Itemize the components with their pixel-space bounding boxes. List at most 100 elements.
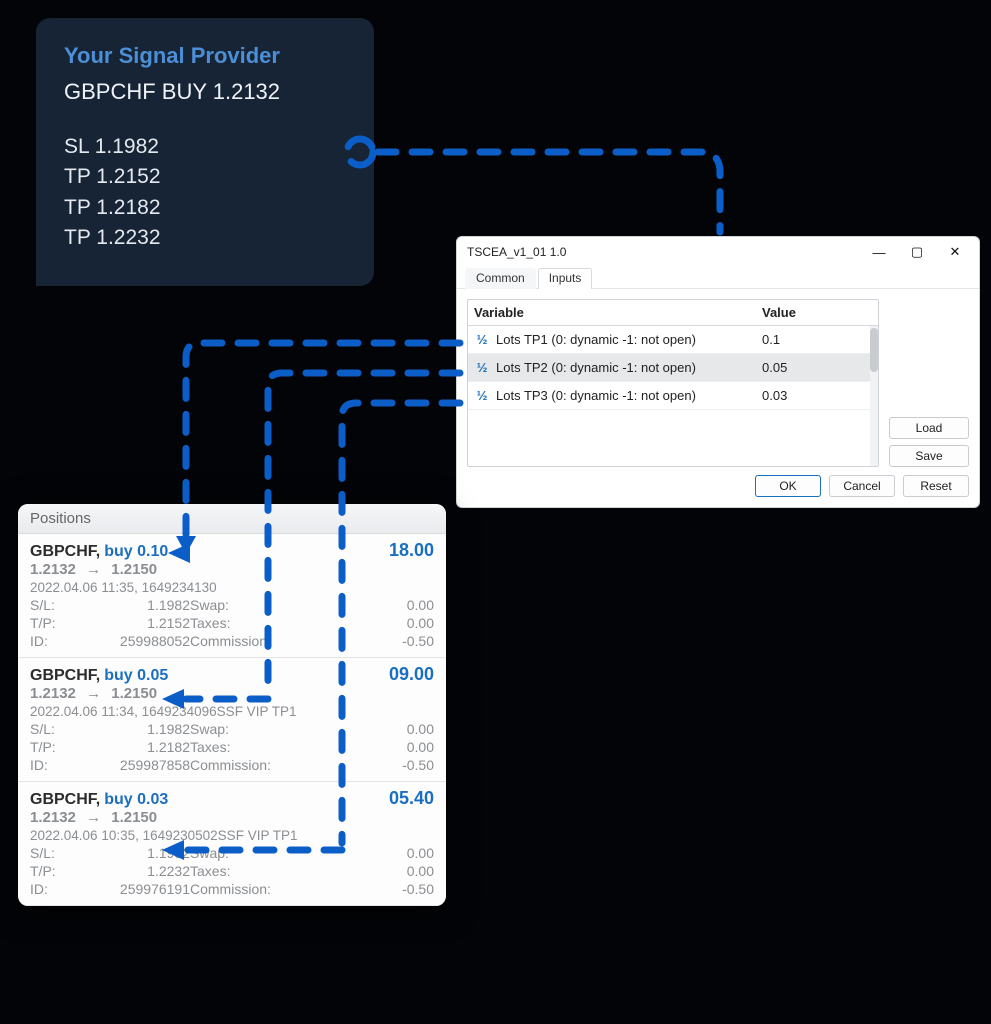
scrollbar-thumb[interactable]: [870, 328, 878, 372]
position-item[interactable]: GBPCHF, buy 0.10 18.00 1.2132 → 1.2150 2…: [18, 534, 446, 658]
fraction-icon: [474, 388, 490, 403]
side-buttons: Load Save: [889, 299, 969, 467]
positions-title: Positions: [18, 504, 446, 534]
label-swap: Swap:: [190, 845, 298, 861]
grid-header: Variable Value: [468, 300, 878, 326]
grid-row[interactable]: Lots TP1 (0: dynamic -1: not open) 0.1: [468, 326, 878, 354]
position-pl: 09.00: [389, 664, 434, 685]
grid-row[interactable]: Lots TP2 (0: dynamic -1: not open) 0.05: [468, 354, 878, 382]
value-swap: 0.00: [298, 597, 434, 613]
value-sl: 1.1982: [78, 597, 190, 613]
tab-common[interactable]: Common: [465, 268, 536, 289]
cell-value[interactable]: 0.1: [762, 332, 872, 347]
position-details: S/L:1.1982Swap:0.00 T/P:1.2232Taxes:0.00…: [30, 845, 434, 897]
value-id: 259987858: [78, 757, 190, 773]
signal-sl: SL 1.1982: [64, 132, 346, 162]
cell-value[interactable]: 0.03: [762, 388, 872, 403]
open-price: 1.2132: [30, 685, 76, 702]
label-taxes: Taxes:: [190, 863, 298, 879]
position-item[interactable]: GBPCHF, buy 0.05 09.00 1.2132 → 1.2150 2…: [18, 658, 446, 782]
dialog-footer: OK Cancel Reset: [457, 473, 979, 507]
grid-row[interactable]: Lots TP3 (0: dynamic -1: not open) 0.03: [468, 382, 878, 410]
ok-button[interactable]: OK: [755, 475, 821, 497]
cell-value[interactable]: 0.05: [762, 360, 872, 375]
cell-variable: Lots TP2 (0: dynamic -1: not open): [496, 360, 696, 375]
open-price: 1.2132: [30, 809, 76, 826]
label-commission: Commission:: [190, 881, 298, 897]
position-pl: 18.00: [389, 540, 434, 561]
position-side: buy 0.05: [104, 667, 168, 685]
position-meta: 2022.04.06 11:35, 1649234130: [30, 580, 434, 595]
signal-provider: Your Signal Provider: [64, 40, 346, 72]
inputs-grid: Variable Value Lots TP1 (0: dynamic -1: …: [467, 299, 879, 467]
dialog-tabs: Common Inputs: [457, 267, 979, 289]
close-button[interactable]: ✕: [937, 241, 973, 263]
label-taxes: Taxes:: [190, 615, 298, 631]
value-id: 259976191: [78, 881, 190, 897]
reset-button[interactable]: Reset: [903, 475, 969, 497]
label-id: ID:: [30, 881, 78, 897]
open-price: 1.2132: [30, 561, 76, 578]
save-button[interactable]: Save: [889, 445, 969, 467]
position-meta: 2022.04.06 11:34, 1649234096SSF VIP TP1: [30, 704, 434, 719]
position-details: S/L:1.1982Swap:0.00 T/P:1.2152Taxes:0.00…: [30, 597, 434, 649]
cancel-button[interactable]: Cancel: [829, 475, 895, 497]
label-swap: Swap:: [190, 721, 298, 737]
value-id: 259988052: [78, 633, 190, 649]
label-swap: Swap:: [190, 597, 298, 613]
label-id: ID:: [30, 633, 78, 649]
current-price: 1.2150: [111, 685, 157, 702]
position-side: buy 0.03: [104, 791, 168, 809]
position-symbol: GBPCHF,: [30, 667, 100, 685]
value-swap: 0.00: [298, 845, 434, 861]
positions-panel: Positions GBPCHF, buy 0.10 18.00 1.2132 …: [18, 504, 446, 906]
label-id: ID:: [30, 757, 78, 773]
load-button[interactable]: Load: [889, 417, 969, 439]
value-taxes: 0.00: [298, 739, 434, 755]
maximize-button[interactable]: ▢: [899, 241, 935, 263]
label-sl: S/L:: [30, 721, 78, 737]
position-meta: 2022.04.06 10:35, 1649230502SSF VIP TP1: [30, 828, 434, 843]
col-header-variable: Variable: [474, 305, 762, 320]
dialog-body: Variable Value Lots TP1 (0: dynamic -1: …: [457, 289, 979, 473]
fraction-icon: [474, 332, 490, 347]
tab-inputs[interactable]: Inputs: [538, 268, 593, 289]
label-sl: S/L:: [30, 597, 78, 613]
titlebar: TSCEA_v1_01 1.0 — ▢ ✕: [457, 237, 979, 267]
signal-card: Your Signal Provider GBPCHF BUY 1.2132 S…: [36, 18, 374, 286]
minimize-button[interactable]: —: [861, 241, 897, 263]
signal-headline: GBPCHF BUY 1.2132: [64, 76, 346, 108]
label-sl: S/L:: [30, 845, 78, 861]
arrow-right-icon: →: [86, 685, 101, 702]
current-price: 1.2150: [111, 561, 157, 578]
cell-variable: Lots TP3 (0: dynamic -1: not open): [496, 388, 696, 403]
value-tp: 1.2232: [78, 863, 190, 879]
position-prices: 1.2132 → 1.2150: [30, 561, 434, 578]
signal-tp2: TP 1.2182: [64, 193, 346, 223]
value-commission: -0.50: [298, 881, 434, 897]
position-symbol: GBPCHF,: [30, 543, 100, 561]
grid-scrollbar[interactable]: [870, 326, 878, 466]
value-commission: -0.50: [298, 633, 434, 649]
label-tp: T/P:: [30, 739, 78, 755]
position-side: buy 0.10: [104, 543, 168, 561]
window-controls: — ▢ ✕: [861, 241, 973, 263]
position-item[interactable]: GBPCHF, buy 0.03 05.40 1.2132 → 1.2150 2…: [18, 782, 446, 906]
label-tp: T/P:: [30, 615, 78, 631]
fraction-icon: [474, 360, 490, 375]
value-sl: 1.1982: [78, 721, 190, 737]
value-sl: 1.1982: [78, 845, 190, 861]
position-pl: 05.40: [389, 788, 434, 809]
cell-variable: Lots TP1 (0: dynamic -1: not open): [496, 332, 696, 347]
label-tp: T/P:: [30, 863, 78, 879]
position-symbol: GBPCHF,: [30, 791, 100, 809]
value-commission: -0.50: [298, 757, 434, 773]
current-price: 1.2150: [111, 809, 157, 826]
settings-dialog: TSCEA_v1_01 1.0 — ▢ ✕ Common Inputs Vari…: [456, 236, 980, 508]
position-details: S/L:1.1982Swap:0.00 T/P:1.2182Taxes:0.00…: [30, 721, 434, 773]
value-tp: 1.2152: [78, 615, 190, 631]
position-prices: 1.2132 → 1.2150: [30, 809, 434, 826]
value-taxes: 0.00: [298, 863, 434, 879]
label-commission: Commission:: [190, 633, 298, 649]
dialog-title: TSCEA_v1_01 1.0: [467, 245, 861, 259]
